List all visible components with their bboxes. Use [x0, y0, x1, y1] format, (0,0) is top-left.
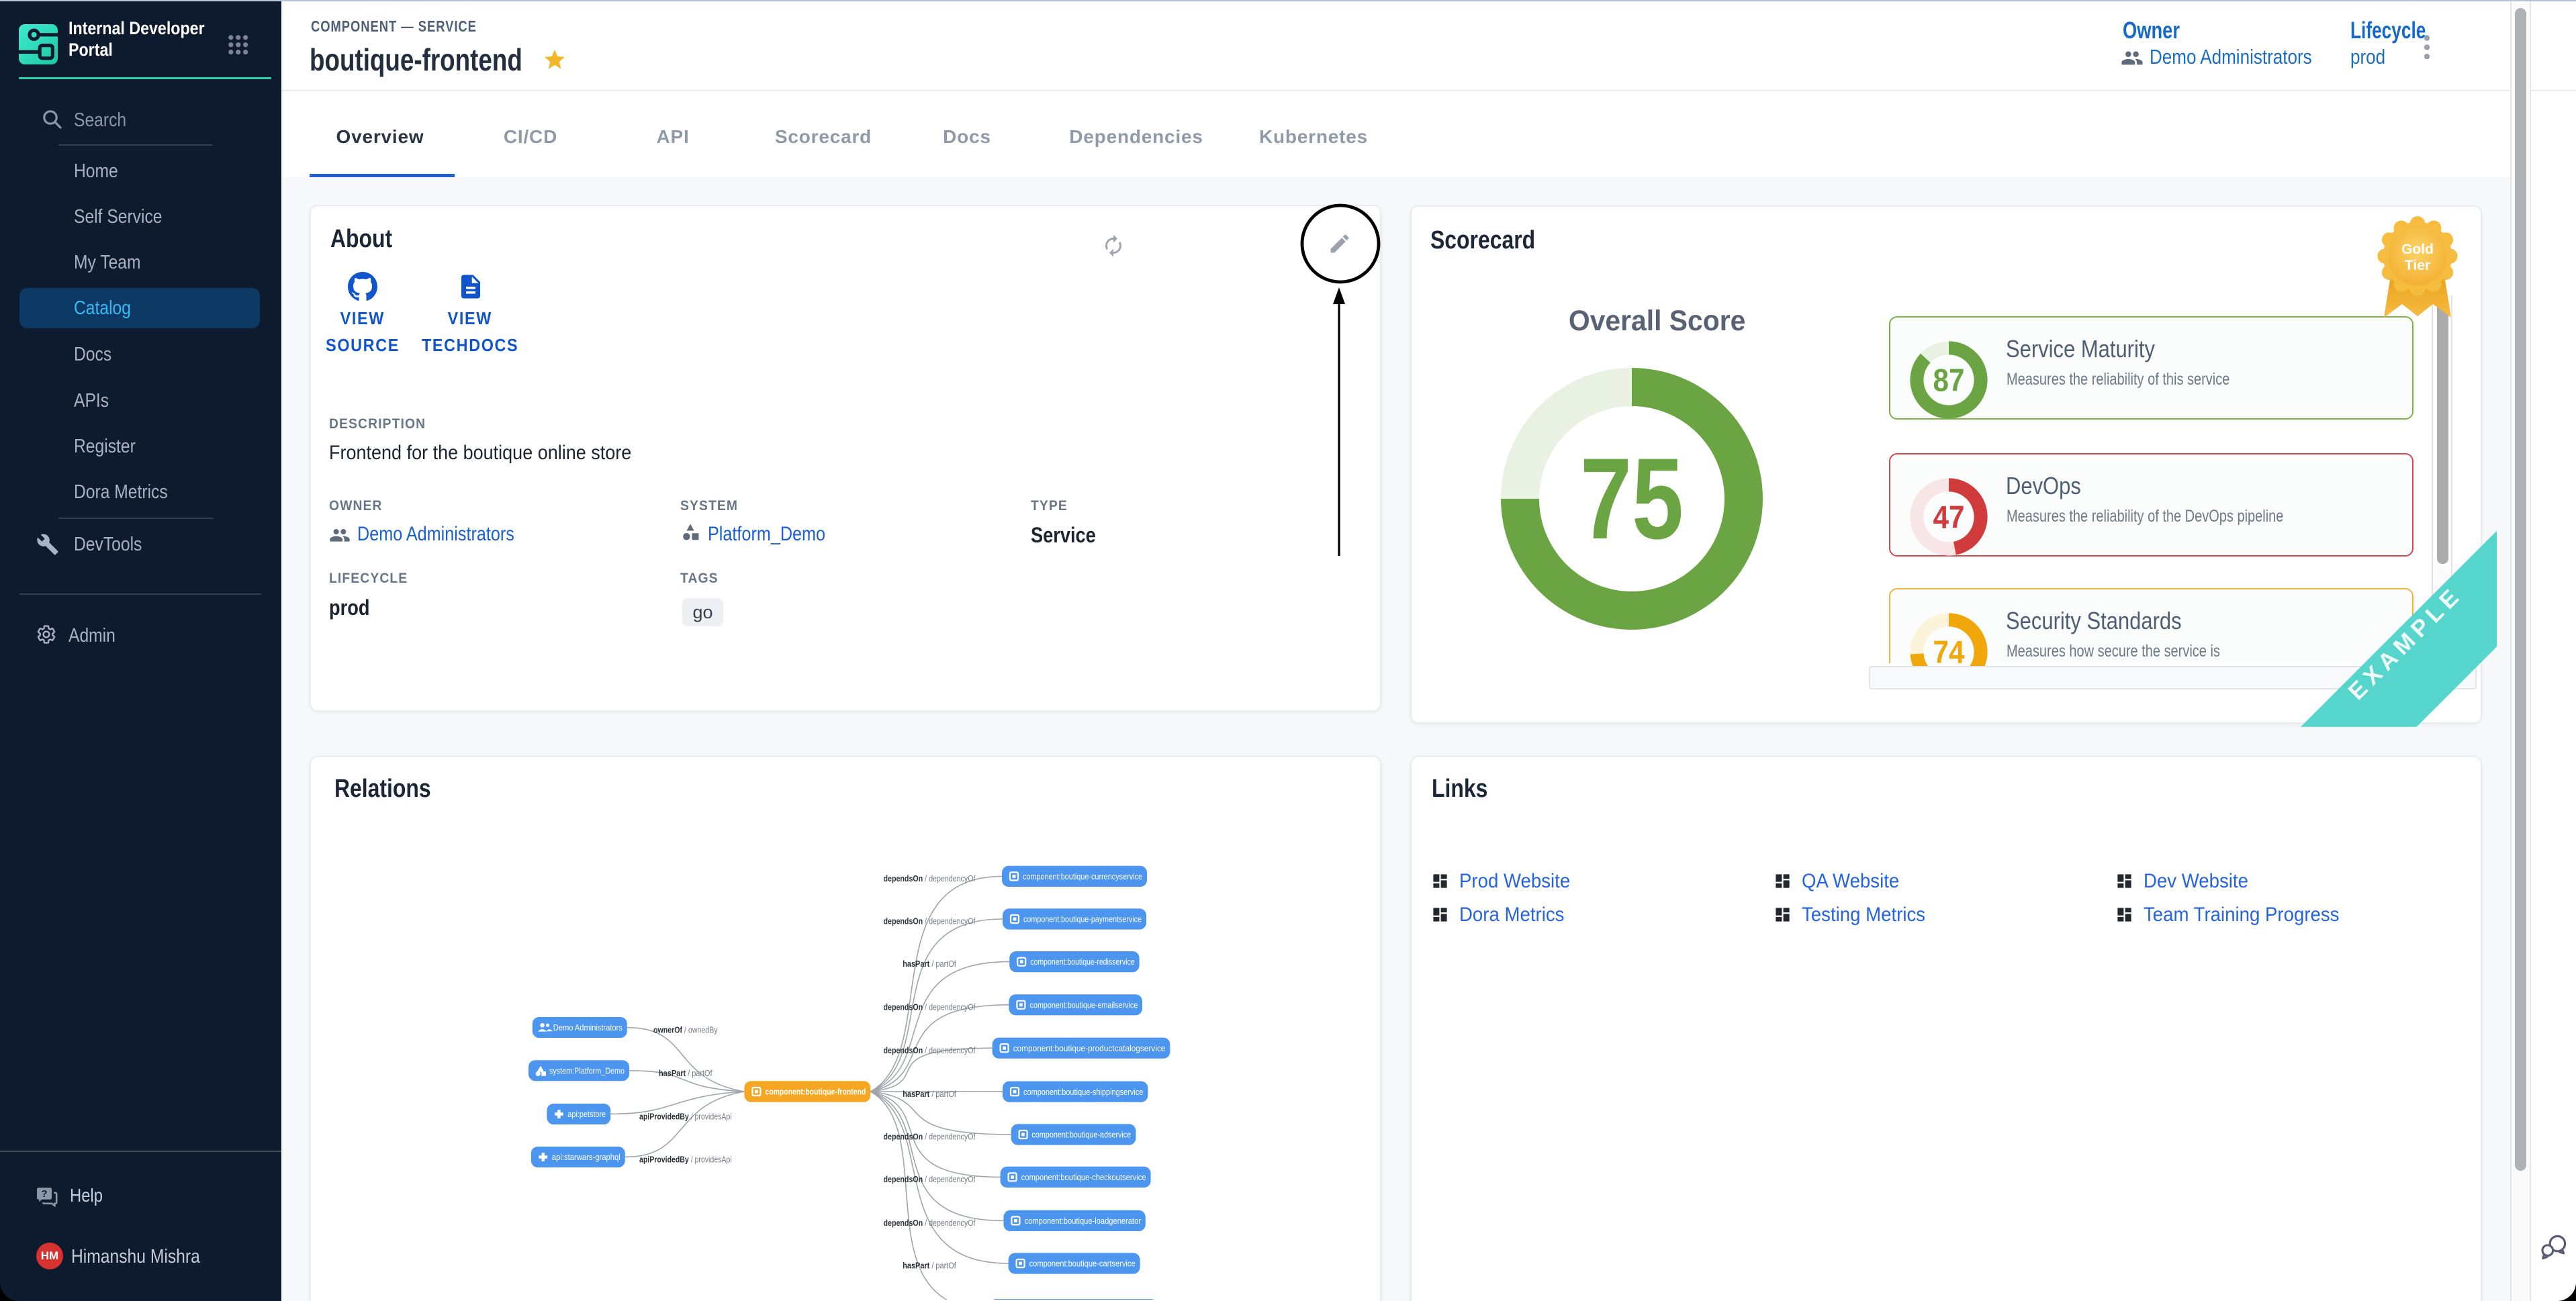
svg-text:component:boutique-shippingser: component:boutique-shippingservice — [1023, 1087, 1143, 1097]
svg-text:dependsOn / dependencyOf: dependsOn / dependencyOf — [884, 916, 976, 926]
svg-text:74: 74 — [1933, 634, 1964, 667]
svg-text:component:boutique-redisservic: component:boutique-redisservice — [1030, 957, 1134, 967]
svg-text:api:starwars-graphql: api:starwars-graphql — [552, 1152, 620, 1162]
svg-text:Tier: Tier — [2405, 258, 2430, 273]
svg-text:component:boutique-cartservice: component:boutique-cartservice — [1029, 1259, 1136, 1269]
svg-text:component:boutique-loadgenerat: component:boutique-loadgenerator — [1025, 1216, 1142, 1226]
svg-text:component:boutique-paymentserv: component:boutique-paymentservice — [1023, 914, 1142, 924]
svg-text:dependsOn / dependencyOf: dependsOn / dependencyOf — [884, 1002, 976, 1012]
svg-text:75: 75 — [1580, 434, 1684, 563]
svg-text:dependsOn / dependencyOf: dependsOn / dependencyOf — [884, 1174, 976, 1184]
svg-text:component:boutique-frontend: component:boutique-frontend — [765, 1087, 866, 1097]
svg-text:apiProvidedBy / providesApi: apiProvidedBy / providesApi — [639, 1111, 732, 1121]
svg-text:component:boutique-productcata: component:boutique-productcatalogservice — [1013, 1043, 1166, 1053]
svg-text:api:petstore: api:petstore — [567, 1109, 606, 1119]
svg-text:hasPart / partOf: hasPart / partOf — [903, 1089, 956, 1099]
svg-text:apiProvidedBy / providesApi: apiProvidedBy / providesApi — [639, 1154, 732, 1164]
svg-text:dependsOn / dependencyOf: dependsOn / dependencyOf — [884, 873, 976, 883]
svg-text:hasPart / partOf: hasPart / partOf — [903, 959, 956, 969]
svg-text:Demo Administrators: Demo Administrators — [553, 1022, 623, 1032]
svg-text:component:boutique-currencyser: component:boutique-currencyservice — [1023, 871, 1142, 881]
svg-text:dependsOn / dependencyOf: dependsOn / dependencyOf — [884, 1218, 976, 1228]
svg-text:47: 47 — [1933, 499, 1964, 535]
svg-text:system:Platform_Demo: system:Platform_Demo — [549, 1065, 625, 1075]
svg-text:component:boutique-checkoutser: component:boutique-checkoutservice — [1021, 1172, 1146, 1182]
svg-text:Gold: Gold — [2401, 242, 2434, 257]
svg-text:hasPart / partOf: hasPart / partOf — [903, 1261, 956, 1271]
svg-text:dependsOn / dependencyOf: dependsOn / dependencyOf — [884, 1045, 976, 1055]
svg-text:dependsOn / dependencyOf: dependsOn / dependencyOf — [884, 1132, 976, 1142]
svg-text:?: ? — [41, 1188, 47, 1200]
svg-text:ownerOf / ownedBy: ownerOf / ownedBy — [653, 1025, 718, 1035]
svg-text:component:boutique-emailservic: component:boutique-emailservice — [1030, 1000, 1138, 1010]
svg-text:87: 87 — [1933, 363, 1964, 398]
svg-text:hasPart / partOf: hasPart / partOf — [659, 1068, 712, 1078]
svg-text:component:boutique-adservice: component:boutique-adservice — [1031, 1130, 1131, 1140]
